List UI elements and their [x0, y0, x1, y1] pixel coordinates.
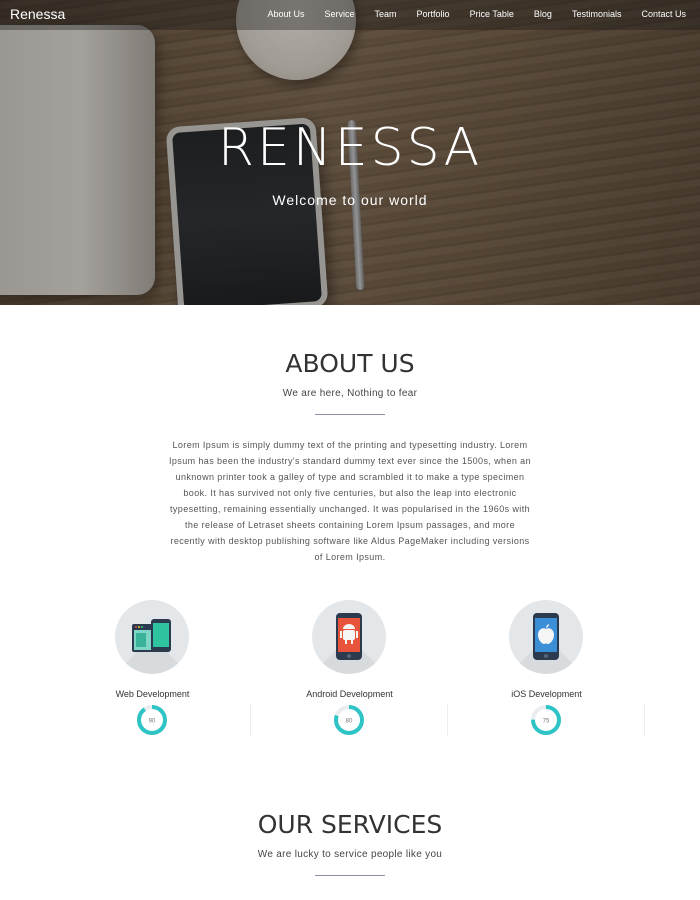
- about-line: book. It has survived not only five cent…: [183, 488, 517, 498]
- about-line: typesetting, remaining essentially uncha…: [170, 504, 530, 514]
- web-development-icon: [132, 619, 171, 652]
- about-line: recently with desktop publishing softwar…: [170, 536, 530, 546]
- skill-divider: [644, 704, 645, 736]
- about-line: Lorem Ipsum is simply dummy text of the …: [172, 440, 528, 450]
- progress-ring-web: 90: [137, 705, 167, 735]
- skill-android-development: Android Development 80: [251, 600, 448, 738]
- about-line: of Lorem Ipsum.: [314, 552, 386, 562]
- progress-ring-android: 80: [334, 705, 364, 735]
- services-divider: [315, 875, 385, 876]
- progress-ring-ios: 75: [531, 705, 561, 735]
- services-subtitle: We are lucky to service people like you: [257, 849, 443, 860]
- skill-icon-circle: [312, 600, 386, 674]
- about-line: unknown printer took a galley of type an…: [175, 472, 525, 482]
- about-line: the release of Letraset sheets containin…: [185, 520, 515, 530]
- hero-title: RENESSA: [217, 118, 483, 178]
- hero-banner: Renessa About Us Service Team Portfolio …: [0, 0, 700, 305]
- skill-label: Android Development: [306, 689, 393, 699]
- nav-item-portfolio[interactable]: Portfolio: [417, 9, 450, 19]
- nav-item-blog[interactable]: Blog: [534, 9, 552, 19]
- skill-web-development: Web Development 90: [54, 600, 251, 738]
- progress-value: 80: [346, 719, 353, 725]
- skill-icon-circle: [509, 600, 583, 674]
- skill-label: iOS Development: [511, 689, 582, 699]
- about-line: Ipsum has been the industry's standard d…: [168, 456, 531, 466]
- services-title: OUR SERVICES: [257, 810, 443, 839]
- skill-label: Web Development: [115, 689, 190, 699]
- brand-logo[interactable]: Renessa: [10, 6, 65, 22]
- nav-item-service[interactable]: Service: [325, 9, 355, 19]
- nav-item-contact-us[interactable]: Contact Us: [641, 9, 686, 19]
- nav-item-price-table[interactable]: Price Table: [470, 9, 514, 19]
- about-title: ABOUT US: [285, 349, 415, 378]
- android-phone-icon: [336, 613, 362, 660]
- progress-value: 90: [149, 719, 156, 725]
- hero-subtitle: Welcome to our world: [272, 192, 428, 208]
- nav-menu: About Us Service Team Portfolio Price Ta…: [267, 9, 686, 19]
- about-paragraph: Lorem Ipsum is simply dummy text of the …: [158, 437, 542, 565]
- about-subtitle: We are here, Nothing to fear: [282, 388, 418, 399]
- nav-item-team[interactable]: Team: [375, 9, 397, 19]
- nav-item-testimonials[interactable]: Testimonials: [572, 9, 622, 19]
- skill-ios-development: iOS Development 75: [448, 600, 645, 738]
- progress-value: 75: [543, 719, 550, 725]
- navbar: Renessa About Us Service Team Portfolio …: [0, 0, 700, 30]
- nav-item-about-us[interactable]: About Us: [267, 9, 304, 19]
- ios-phone-icon: [533, 613, 559, 660]
- about-divider: [315, 414, 385, 415]
- skill-icon-circle: [115, 600, 189, 674]
